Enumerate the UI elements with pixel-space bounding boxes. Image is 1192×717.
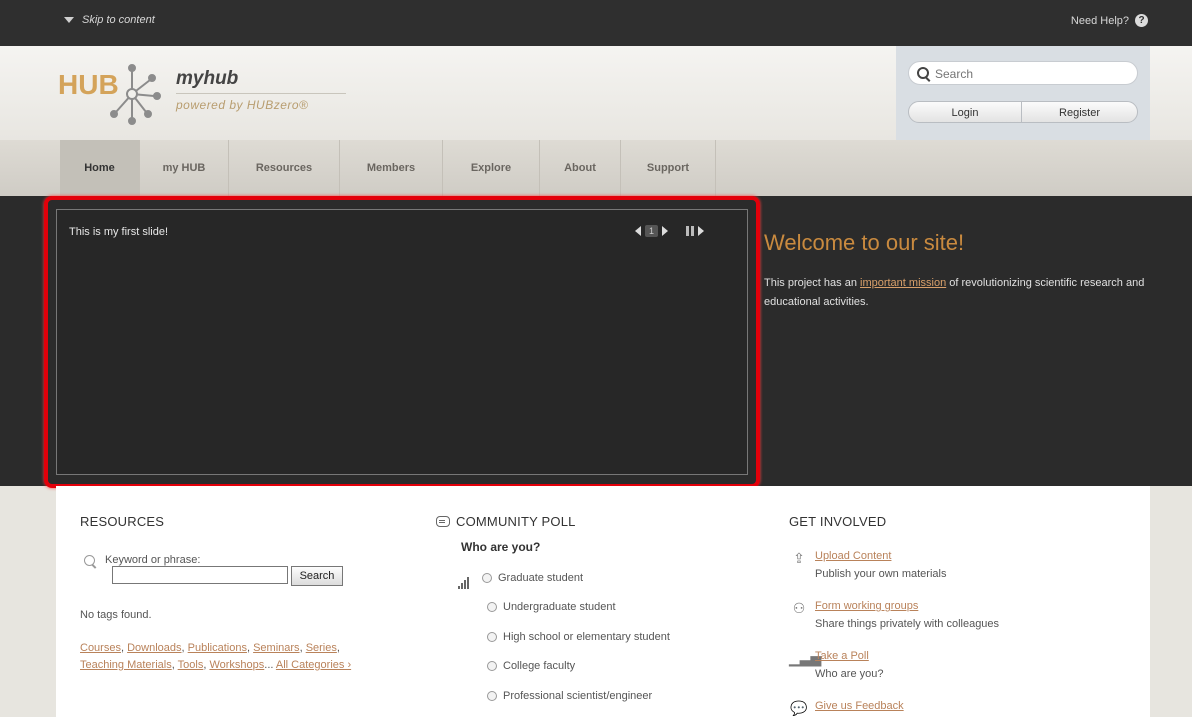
category-link-workshops[interactable]: Workshops: [209, 659, 264, 671]
main-nav: Home my HUB Resources Members Explore Ab…: [0, 140, 1192, 196]
hub-logo[interactable]: HUB: [58, 60, 168, 126]
nav-item-my-hub[interactable]: my HUB: [140, 140, 229, 196]
poll-option-label: Graduate student: [498, 572, 584, 584]
search-icon: [917, 67, 929, 79]
category-link-teaching-materials[interactable]: Teaching Materials: [80, 659, 172, 671]
poll-option-2[interactable]: High school or elementary student: [487, 631, 670, 643]
welcome-title: Welcome to our site!: [764, 230, 965, 255]
site-name[interactable]: myhub: [176, 68, 346, 94]
category-links: Courses, Downloads, Publications, Semina…: [80, 642, 352, 671]
category-link-series[interactable]: Series: [306, 642, 337, 654]
form-groups-desc: Share things privately with colleagues: [815, 618, 1000, 630]
need-help-link[interactable]: Need Help? ?: [1071, 14, 1148, 27]
slide-pager: 1: [635, 225, 705, 237]
poll-title: COMMUNITY POLL: [436, 514, 756, 529]
radio-button[interactable]: [487, 661, 497, 671]
content-panel: RESOURCES Keyword or phrase: Search No t…: [56, 486, 1150, 717]
poll-bars-icon: [458, 577, 469, 589]
poll-column: COMMUNITY POLL Who are you? Graduate stu…: [436, 514, 756, 702]
poll-option-3[interactable]: College faculty: [487, 660, 575, 672]
welcome-text: This project has an important mission of…: [764, 274, 1154, 312]
nav-item-members[interactable]: Members: [340, 140, 443, 196]
poll-option-0[interactable]: Graduate student: [482, 572, 583, 584]
speech-bubble-icon: 💬: [790, 700, 808, 716]
upload-content-desc: Publish your own materials: [815, 568, 947, 580]
feedback-link[interactable]: Give us Feedback: [815, 700, 904, 712]
logo-text: HUB: [58, 69, 119, 100]
resource-search-button[interactable]: Search: [291, 566, 343, 586]
category-link-seminars[interactable]: Seminars: [253, 642, 299, 654]
poll-heading: COMMUNITY POLL: [456, 514, 576, 529]
slide-caption: This is my first slide!: [69, 226, 169, 238]
help-label: Need Help?: [1070, 14, 1129, 27]
speech-bubble-icon: [436, 516, 450, 527]
question-icon: ?: [1135, 14, 1148, 27]
group-icon: ⚇: [792, 600, 806, 616]
skip-to-content-link[interactable]: Skip to content: [64, 14, 155, 26]
welcome-text-start: This project has an: [764, 277, 860, 289]
welcome-block: Welcome to our site! This project has an…: [764, 230, 1154, 312]
poll-option-4[interactable]: Professional scientist/engineer: [487, 690, 652, 702]
category-link-publications[interactable]: Publications: [188, 642, 247, 654]
slide-frame[interactable]: This is my first slide! 1: [56, 209, 748, 475]
get-involved-column: GET INVOLVED ⇪ Upload Content Publish yo…: [789, 514, 1119, 716]
site-title-block: myhub powered by HUBzero®: [176, 68, 346, 112]
upload-icon: ⇪: [793, 550, 805, 566]
poll-bars-icon: ▁▃▅: [789, 650, 822, 666]
nav-item-resources[interactable]: Resources: [229, 140, 340, 196]
all-categories-link[interactable]: All Categories ›: [276, 659, 351, 671]
poll-question: Who are you?: [461, 540, 541, 554]
form-groups-link[interactable]: Form working groups: [815, 600, 918, 612]
search-icon: [84, 554, 95, 566]
login-button[interactable]: Login: [908, 101, 1022, 123]
keyword-row: Keyword or phrase:: [84, 554, 200, 566]
site-tagline: powered by HUBzero®: [176, 98, 309, 112]
poll-option-1[interactable]: Undergraduate student: [487, 601, 616, 613]
poll-option-label: Undergraduate student: [503, 601, 616, 613]
important-mission-link[interactable]: important mission: [860, 277, 946, 289]
no-tags-text: No tags found.: [80, 609, 152, 621]
nav-item-explore[interactable]: Explore: [443, 140, 540, 196]
skip-label: Skip to content: [82, 14, 155, 26]
poll-option-label: Professional scientist/engineer: [503, 690, 653, 702]
poll-option-label: High school or elementary student: [503, 631, 670, 643]
pause-icon[interactable]: [686, 226, 695, 236]
radio-button[interactable]: [487, 691, 497, 701]
resources-column: RESOURCES Keyword or phrase: Search No t…: [80, 514, 400, 671]
top-bar: Skip to content Need Help? ?: [0, 0, 1192, 46]
category-link-courses[interactable]: Courses: [80, 642, 121, 654]
take-poll-desc: Who are you?: [815, 668, 884, 680]
next-slide-icon[interactable]: [662, 226, 669, 236]
register-button[interactable]: Register: [1021, 101, 1138, 123]
slide-number[interactable]: 1: [645, 225, 659, 237]
search-input[interactable]: [933, 66, 1133, 82]
prev-slide-icon[interactable]: [635, 226, 641, 236]
play-icon[interactable]: [698, 226, 705, 236]
nav-item-home[interactable]: Home: [60, 140, 140, 196]
keyword-label: Keyword or phrase:: [105, 554, 201, 566]
category-link-downloads[interactable]: Downloads: [127, 642, 181, 654]
nav-item-support[interactable]: Support: [621, 140, 716, 196]
search-box[interactable]: [908, 61, 1138, 85]
category-link-tools[interactable]: Tools: [178, 659, 204, 671]
radio-button[interactable]: [487, 632, 497, 642]
nav-item-about[interactable]: About: [540, 140, 621, 196]
upload-content-link[interactable]: Upload Content: [815, 550, 891, 562]
slideshow: This is my first slide! 1: [44, 196, 760, 488]
radio-button[interactable]: [487, 602, 497, 612]
take-poll-link[interactable]: Take a Poll: [815, 650, 869, 662]
account-panel: Login Register: [896, 46, 1150, 140]
poll-option-label: College faculty: [503, 660, 576, 672]
get-involved-heading: GET INVOLVED: [789, 514, 887, 529]
radio-button[interactable]: [482, 573, 492, 583]
keyword-input[interactable]: [112, 566, 288, 584]
resources-heading: RESOURCES: [80, 514, 165, 529]
chevron-down-icon: [64, 17, 74, 23]
